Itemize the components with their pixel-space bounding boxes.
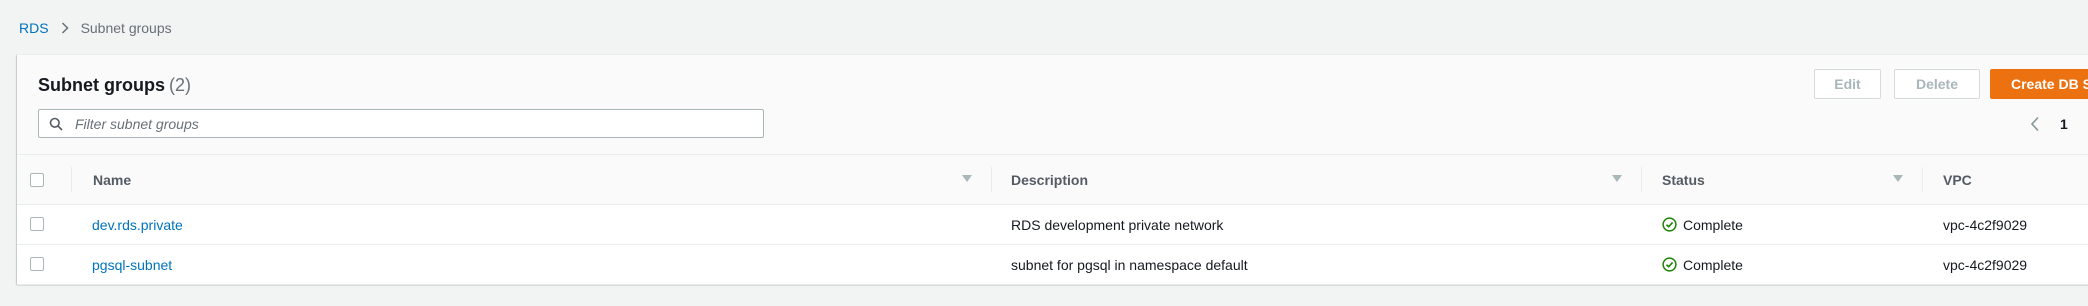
sort-caret-icon[interactable] bbox=[1612, 175, 1622, 182]
vpc-id: vpc-4c2f9029 bbox=[1943, 216, 2028, 233]
subnet-groups-panel: Subnet groups(2) Edit Delete Create DB S… bbox=[17, 54, 2088, 285]
search-icon bbox=[49, 116, 65, 132]
page-title: Subnet groups (2) bbox=[38, 75, 191, 96]
column-header-name[interactable]: Name bbox=[93, 155, 131, 204]
status-text: Complete bbox=[1683, 256, 1743, 273]
status-badge: Complete bbox=[1662, 205, 1743, 244]
column-header-status[interactable]: Status bbox=[1662, 155, 1705, 204]
breadcrumb-rds-link[interactable]: RDS bbox=[19, 20, 49, 36]
column-divider bbox=[1641, 167, 1642, 192]
create-db-subnet-group-button[interactable]: Create DB S bbox=[1990, 69, 2088, 99]
check-circle-icon bbox=[1662, 257, 1677, 272]
filter-search-input[interactable] bbox=[73, 114, 737, 133]
column-divider bbox=[991, 167, 992, 192]
chevron-right-icon bbox=[61, 22, 69, 34]
panel-count: (2) bbox=[169, 75, 191, 95]
vpc-id: vpc-4c2f9029 bbox=[1943, 256, 2028, 273]
column-header-description[interactable]: Description bbox=[1011, 155, 1088, 204]
row-select-checkbox[interactable] bbox=[30, 257, 44, 271]
subnet-group-description: RDS development private network bbox=[1011, 216, 1224, 233]
table-header: Name Description Status VPC bbox=[17, 155, 2088, 205]
pagination-current-page[interactable]: 1 bbox=[2060, 116, 2068, 132]
sort-caret-icon[interactable] bbox=[1893, 175, 1903, 182]
panel-title-text: Subnet groups bbox=[38, 75, 165, 95]
filter-search-field[interactable] bbox=[38, 109, 764, 138]
pagination: 1 bbox=[2030, 109, 2068, 139]
sort-caret-icon[interactable] bbox=[962, 175, 972, 182]
breadcrumb: RDS Subnet groups bbox=[19, 18, 172, 38]
delete-button[interactable]: Delete bbox=[1894, 69, 1980, 99]
table-row: pgsql-subnet subnet for pgsql in namespa… bbox=[17, 245, 2088, 285]
table-row: dev.rds.private RDS development private … bbox=[17, 205, 2088, 245]
column-divider bbox=[1922, 167, 1923, 192]
breadcrumb-current: Subnet groups bbox=[80, 20, 172, 36]
subnet-group-name-link[interactable]: pgsql-subnet bbox=[92, 245, 172, 284]
edit-button[interactable]: Edit bbox=[1814, 69, 1881, 99]
row-select-checkbox[interactable] bbox=[30, 217, 44, 231]
chevron-left-icon[interactable] bbox=[2030, 114, 2044, 134]
subnet-group-description: subnet for pgsql in namespace default bbox=[1011, 256, 1248, 273]
check-circle-icon bbox=[1662, 217, 1677, 232]
subnet-group-name-link[interactable]: dev.rds.private bbox=[92, 205, 183, 244]
column-header-vpc[interactable]: VPC bbox=[1943, 155, 1972, 204]
column-divider bbox=[71, 167, 72, 192]
select-all-checkbox[interactable] bbox=[30, 173, 44, 187]
status-text: Complete bbox=[1683, 216, 1743, 233]
status-badge: Complete bbox=[1662, 245, 1743, 284]
panel-header: Subnet groups(2) Edit Delete Create DB S… bbox=[17, 55, 2088, 155]
